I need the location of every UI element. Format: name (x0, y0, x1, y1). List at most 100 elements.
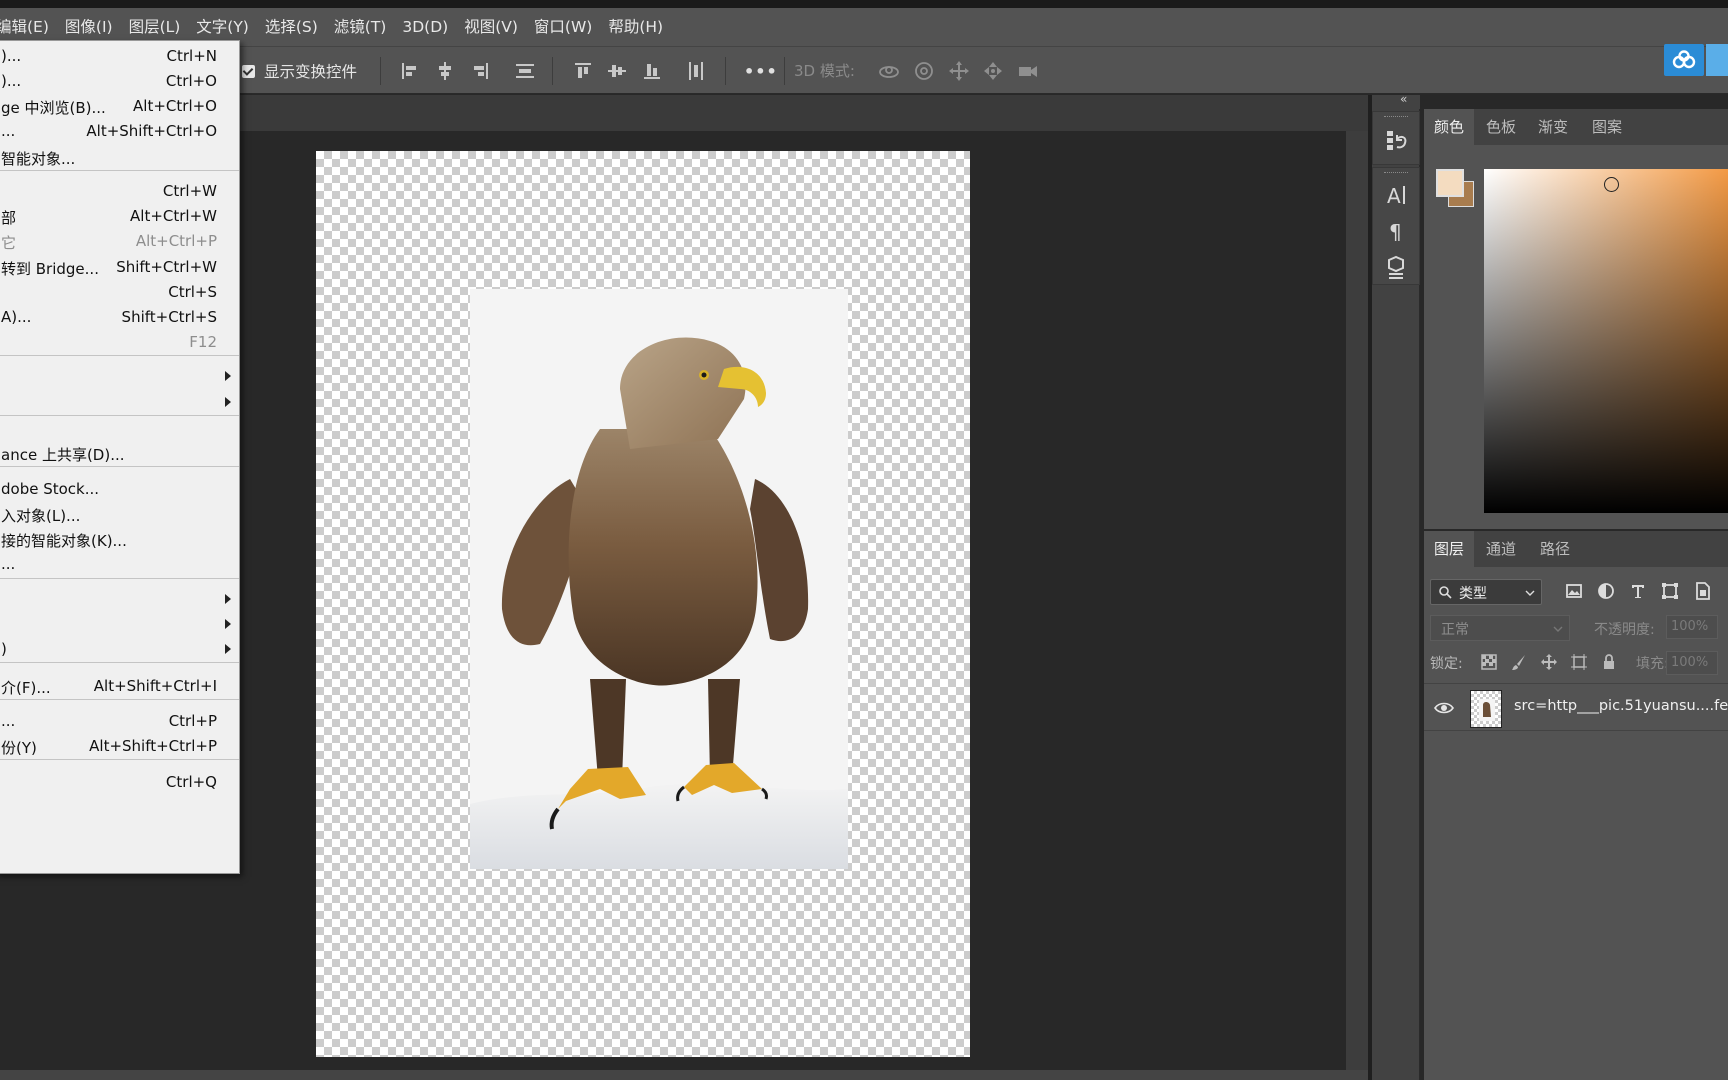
3d-materials-icon[interactable] (1381, 252, 1411, 282)
tab-patterns[interactable]: 图案 (1582, 109, 1632, 145)
filter-pixel-layer-icon[interactable] (1562, 579, 1586, 603)
filter-shape-layer-icon[interactable] (1658, 579, 1682, 603)
blend-mode-select[interactable]: 正常 (1430, 615, 1570, 641)
lock-artboard-icon[interactable] (1570, 653, 1588, 671)
opacity-input[interactable]: 100% (1666, 615, 1718, 639)
tab-paths[interactable]: 路径 (1530, 531, 1580, 567)
show-transform-controls[interactable]: 显示变换控件 (242, 47, 357, 95)
file-menu-item-label: )... (1, 72, 22, 90)
pan-3d-icon[interactable] (947, 59, 971, 83)
panel-grip[interactable] (1384, 116, 1408, 119)
options-bar: 显示变换控件 ••• 3D 模式: (0, 46, 1728, 94)
file-menu-item-label: A)... (1, 308, 32, 326)
file-menu-item[interactable]: ance 上共享(D)... (0, 440, 239, 466)
camera-3d-icon[interactable] (1016, 59, 1040, 83)
foreground-color-swatch[interactable] (1436, 169, 1464, 197)
file-menu-item[interactable]: ... (0, 551, 239, 577)
file-menu-item-label: ... (1, 122, 16, 140)
menu-separator (0, 759, 239, 760)
file-menu-item-label: ... (1, 555, 16, 573)
file-menu-item[interactable]: F12 (0, 329, 239, 355)
file-menu-item-shortcut: Alt+Ctrl+W (130, 207, 217, 225)
filter-type-layer-icon[interactable] (1626, 579, 1650, 603)
layer-thumbnail (1470, 690, 1502, 728)
menu-help[interactable]: 帮助(H) (600, 8, 671, 46)
share-button[interactable] (1706, 44, 1728, 76)
file-menu-item[interactable]: 转到 Bridge... Shift+Ctrl+W (0, 254, 239, 280)
visibility-eye-icon[interactable] (1434, 698, 1454, 718)
canvas-vertical-scrollbar[interactable] (1346, 131, 1368, 1080)
collapse-panels-icon[interactable]: « (1400, 92, 1407, 106)
file-menu-item[interactable]: 介(F)... Alt+Shift+Ctrl+I (0, 673, 239, 699)
lock-image-pixels-icon[interactable] (1510, 653, 1528, 671)
align-horizontal-center-icon[interactable] (433, 59, 457, 83)
file-menu-item[interactable]: ... Ctrl+P (0, 708, 239, 734)
menu-separator (0, 170, 239, 171)
fill-input[interactable]: 100% (1666, 651, 1718, 675)
file-menu-item-shortcut: Alt+Shift+Ctrl+P (89, 737, 217, 755)
align-left-icon[interactable] (398, 59, 422, 83)
panel-collapse-bar[interactable] (1372, 95, 1420, 109)
more-options-button[interactable]: ••• (744, 47, 778, 95)
menu-window[interactable]: 窗口(W) (526, 8, 600, 46)
lock-position-icon[interactable] (1540, 653, 1558, 671)
color-picker-field[interactable] (1484, 169, 1728, 513)
layer-filter-select[interactable]: 类型 (1430, 579, 1542, 605)
color-picker-marker[interactable] (1604, 177, 1619, 192)
menu-3d[interactable]: 3D(D) (394, 8, 456, 46)
file-menu-item[interactable] (0, 389, 239, 415)
file-menu-item-label: ... (1, 712, 16, 730)
tab-color[interactable]: 颜色 (1424, 109, 1475, 145)
file-menu-item[interactable]: Ctrl+S (0, 279, 239, 305)
panel-grip[interactable] (1384, 172, 1408, 175)
menu-select[interactable]: 选择(S) (257, 8, 326, 46)
filter-adjustment-layer-icon[interactable] (1594, 579, 1618, 603)
file-menu-item[interactable]: dobe Stock... (0, 476, 239, 502)
file-menu-item[interactable]: Ctrl+W (0, 178, 239, 204)
file-menu-item[interactable]: 部 Alt+Ctrl+W (0, 203, 239, 229)
roll-3d-icon[interactable] (912, 59, 936, 83)
lock-all-icon[interactable] (1600, 653, 1618, 671)
file-menu-item[interactable]: ) (0, 636, 239, 662)
file-menu-item[interactable] (0, 611, 239, 637)
character-icon[interactable]: A (1381, 180, 1411, 210)
file-menu-item[interactable]: 入对象(L)... (0, 501, 239, 527)
distribute-vertical-icon[interactable] (513, 59, 537, 83)
file-menu-item[interactable]: ... Alt+Shift+Ctrl+O (0, 118, 239, 144)
lock-transparent-pixels-icon[interactable] (1480, 653, 1498, 671)
cloud-share-icon (1672, 50, 1696, 69)
tab-channels[interactable]: 通道 (1476, 531, 1526, 567)
file-menu-item-shortcut: Ctrl+S (168, 283, 217, 301)
blend-mode-value: 正常 (1441, 622, 1469, 638)
orbit-3d-icon[interactable] (877, 59, 901, 83)
file-menu-item[interactable]: A)... Shift+Ctrl+S (0, 304, 239, 330)
align-vertical-center-icon[interactable] (605, 59, 629, 83)
file-menu-item[interactable]: 它 Alt+Ctrl+P (0, 228, 239, 254)
align-top-icon[interactable] (571, 59, 595, 83)
tab-gradients[interactable]: 渐变 (1528, 109, 1578, 145)
distribute-horizontal-icon[interactable] (684, 59, 708, 83)
align-right-icon[interactable] (468, 59, 492, 83)
cloud-share-button[interactable] (1664, 44, 1704, 76)
paragraph-icon[interactable]: ¶ (1381, 216, 1411, 246)
tab-layers[interactable]: 图层 (1424, 531, 1475, 567)
layer-row[interactable]: src=http___pic.51yuansu....fer= (1424, 683, 1728, 731)
file-menu-item[interactable]: )... Ctrl+N (0, 43, 239, 69)
slide-3d-icon[interactable] (981, 59, 1005, 83)
align-bottom-icon[interactable] (640, 59, 664, 83)
file-menu-item[interactable]: 智能对象... (0, 144, 239, 170)
file-menu-item[interactable]: 接的智能对象(K)... (0, 526, 239, 552)
filter-smart-object-icon[interactable] (1690, 579, 1714, 603)
menu-filter[interactable]: 滤镜(T) (326, 8, 395, 46)
tab-swatches[interactable]: 色板 (1476, 109, 1526, 145)
menu-view[interactable]: 视图(V) (456, 8, 526, 46)
file-menu-item[interactable] (0, 363, 239, 389)
file-menu-item[interactable]: ge 中浏览(B)... Alt+Ctrl+O (0, 93, 239, 119)
file-menu-item-label: ) (1, 640, 7, 658)
file-menu-item[interactable]: Ctrl+Q (0, 769, 239, 795)
history-icon[interactable] (1381, 125, 1411, 155)
file-menu-item[interactable]: 份(Y) Alt+Shift+Ctrl+P (0, 733, 239, 759)
file-menu-item[interactable] (0, 586, 239, 612)
file-menu-item[interactable]: )... Ctrl+O (0, 68, 239, 94)
show-transform-checkbox[interactable] (242, 64, 255, 78)
